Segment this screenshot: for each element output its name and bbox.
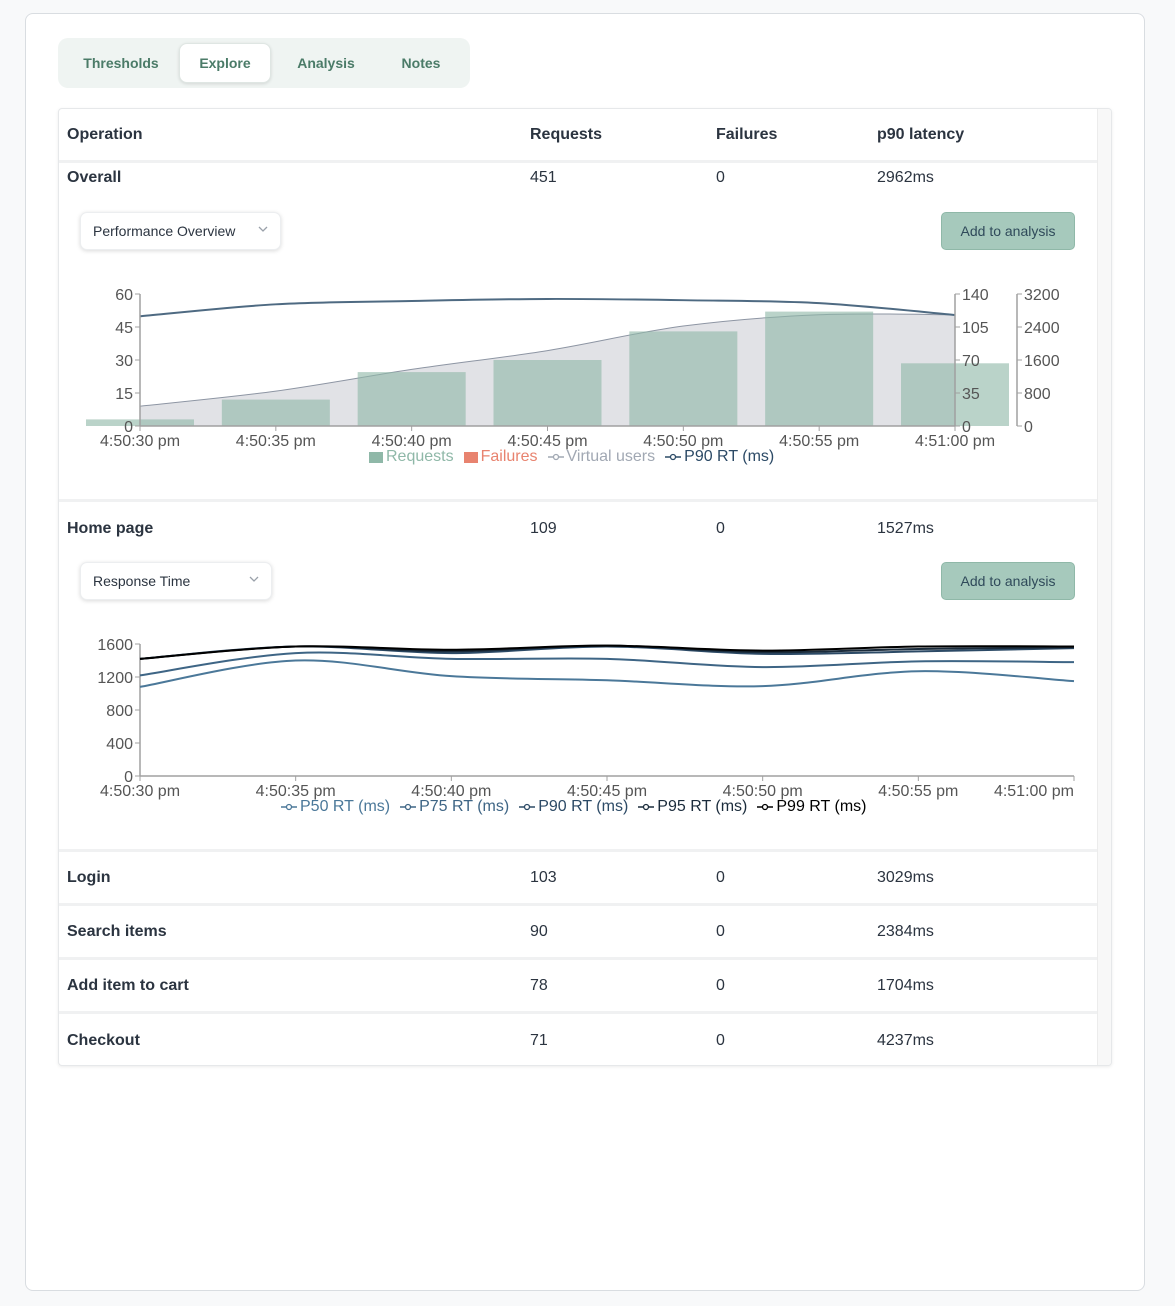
table-row[interactable]: Login 103 0 3029ms [59, 852, 1097, 906]
p90-latency: 2962ms [877, 169, 934, 186]
p90-latency: 4237ms [877, 1032, 934, 1049]
line-marker-icon [400, 803, 417, 811]
x-tick-label: 4:50:55 pm [878, 783, 958, 800]
requests-count: 90 [530, 922, 548, 940]
p90-latency: 1527ms [877, 520, 934, 537]
x-tick-label: 4:50:35 pm [236, 433, 316, 450]
operation-name: Search items [67, 922, 167, 940]
legend-p95-rt[interactable]: P95 RT (ms) [638, 798, 747, 816]
legend-p50-rt[interactable]: P50 RT (ms) [281, 798, 390, 816]
requests-bar [629, 331, 738, 426]
x-tick-label: 4:51:00 pm [994, 783, 1074, 800]
requests-bar [357, 372, 466, 426]
failures-count: 0 [716, 520, 725, 537]
y-tick-label: 800 [106, 703, 133, 720]
y-tick-label: 60 [115, 287, 133, 304]
line-marker-icon [638, 803, 655, 811]
y-tick-label: 3200 [1024, 287, 1060, 304]
failures-count: 0 [716, 922, 725, 940]
legend-failures[interactable]: Failures [463, 448, 538, 466]
overall-chart-panel: Performance Overview Add to analysis 0 15… [59, 205, 1097, 502]
legend-virtual-users[interactable]: Virtual users [547, 448, 655, 466]
p90-latency: 2384ms [877, 922, 934, 940]
table-row[interactable]: Overall 451 0 2962ms [59, 151, 1097, 205]
y-tick-label: 1600 [97, 637, 133, 654]
chart-legend: Requests Failures Virtual users P90 RT (… [369, 448, 774, 466]
failures-count: 0 [716, 1032, 725, 1049]
p90-latency: 3029ms [877, 868, 934, 886]
results-card: Thresholds Explore Analysis Notes Operat… [25, 13, 1145, 1291]
tab-bar: Thresholds Explore Analysis Notes [58, 38, 470, 88]
x-tick-label: 4:50:55 pm [779, 433, 859, 450]
table-row[interactable]: Home page 109 0 1527ms [59, 502, 1097, 556]
legend-p75-rt[interactable]: P75 RT (ms) [400, 798, 509, 816]
failures-count: 0 [716, 169, 725, 186]
requests-count: 109 [530, 520, 557, 537]
home-page-chart-panel: Response Time Add to analysis 0 400 800 120… [59, 555, 1097, 852]
operation-name: Add item to cart [67, 976, 189, 994]
requests-bar [493, 360, 602, 426]
failures-count: 0 [716, 976, 725, 994]
x-tick-label: 4:50:30 pm [100, 783, 180, 800]
y-tick-label: 35 [962, 386, 980, 403]
legend-p90-rt[interactable]: P90 RT (ms) [665, 448, 774, 466]
line-marker-icon [757, 803, 774, 811]
p90-latency: 1704ms [877, 976, 934, 994]
tab-notes[interactable]: Notes [381, 43, 461, 83]
y-tick-label: 105 [962, 320, 989, 337]
y-tick-label: 400 [106, 736, 133, 753]
legend-p90-rt[interactable]: P90 RT (ms) [519, 798, 628, 816]
requests-count: 451 [530, 169, 557, 186]
y-tick-label: 70 [962, 353, 980, 370]
failures-swatch-icon [463, 451, 478, 463]
line-marker-icon [665, 453, 682, 461]
table-row[interactable]: Checkout 71 0 4237ms [59, 1014, 1097, 1065]
y-tick-label: 140 [962, 287, 989, 304]
legend-label: P75 RT (ms) [419, 798, 510, 815]
requests-bar [765, 311, 874, 426]
line-marker-icon [547, 453, 564, 461]
legend-requests[interactable]: Requests [369, 448, 454, 466]
p50-rt-line [139, 659, 1075, 688]
operations-table: Operation Requests Failures p90 latency … [58, 108, 1112, 1066]
requests-count: 71 [530, 1032, 548, 1049]
y-tick-label: 30 [115, 353, 133, 370]
requests-bar [221, 399, 330, 426]
x-tick-label: 4:51:00 pm [915, 433, 995, 450]
x-tick-label: 4:50:30 pm [100, 433, 180, 450]
y-tick-label: 0 [1024, 419, 1033, 436]
y-tick-label: 2400 [1024, 320, 1060, 337]
operation-name: Home page [67, 520, 154, 537]
y-tick-label: 45 [115, 320, 133, 337]
y-tick-label: 1600 [1024, 353, 1060, 370]
tab-explore[interactable]: Explore [179, 43, 271, 83]
tab-analysis[interactable]: Analysis [271, 43, 381, 83]
y-tick-label: 15 [115, 386, 133, 403]
tab-thresholds[interactable]: Thresholds [63, 43, 179, 83]
y-tick-label: 800 [1024, 386, 1051, 403]
vertical-scrollbar[interactable] [1097, 109, 1111, 1065]
p99-rt-line [139, 644, 1075, 660]
legend-label: P95 RT (ms) [657, 798, 748, 815]
table-row[interactable]: Search items 90 0 2384ms [59, 906, 1097, 960]
legend-label: P99 RT (ms) [776, 798, 867, 815]
legend-label: P50 RT (ms) [300, 798, 391, 815]
operation-name: Login [67, 868, 111, 886]
legend-label: P90 RT (ms) [538, 798, 629, 815]
y-tick-label: 1200 [97, 670, 133, 687]
operation-name: Overall [67, 169, 122, 186]
requests-swatch-icon [369, 451, 383, 463]
failures-count: 0 [716, 868, 725, 886]
chart-legend: P50 RT (ms) P75 RT (ms) P90 RT (ms) P95 RT … [281, 798, 866, 816]
line-marker-icon [281, 803, 297, 811]
line-marker-icon [519, 803, 536, 811]
requests-count: 103 [530, 868, 557, 886]
legend-p99-rt[interactable]: P99 RT (ms) [757, 798, 866, 816]
requests-count: 78 [530, 976, 548, 994]
table-row[interactable]: Add item to cart 78 0 1704ms [59, 960, 1097, 1014]
operation-name: Checkout [67, 1032, 140, 1049]
